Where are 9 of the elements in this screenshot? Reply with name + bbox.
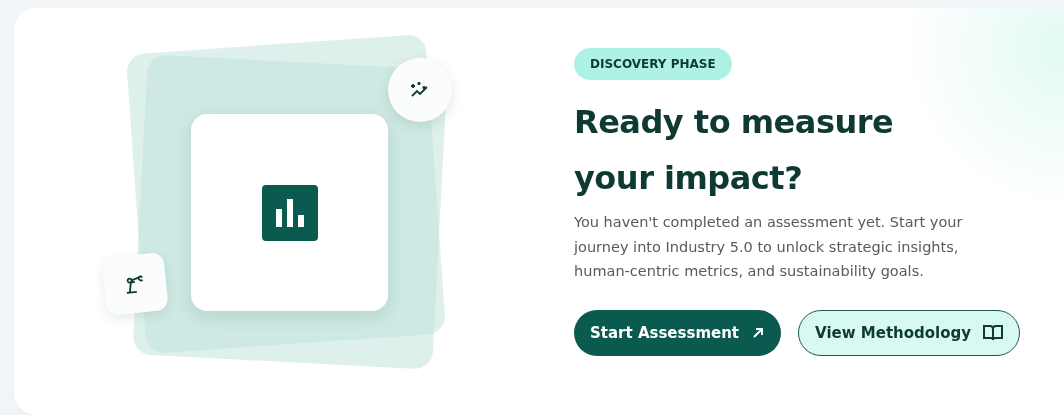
phase-badge: DISCOVERY PHASE <box>574 48 732 80</box>
methodology-button[interactable]: View Methodology <box>798 309 1021 356</box>
start-button[interactable]: Start Assessment <box>574 309 782 356</box>
book-icon <box>983 324 1004 341</box>
bar-chart-icon <box>261 184 318 241</box>
arrow-up-right-icon <box>751 325 766 340</box>
heading: Ready to measure your impact? <box>574 102 895 199</box>
description: You haven't completed an assessment yet. Start your journey into Industry 5.0 to unlock strategic insights, human-centric metrics, and sustainability goals. <box>574 213 964 281</box>
sparkle-trend-icon <box>409 81 431 99</box>
